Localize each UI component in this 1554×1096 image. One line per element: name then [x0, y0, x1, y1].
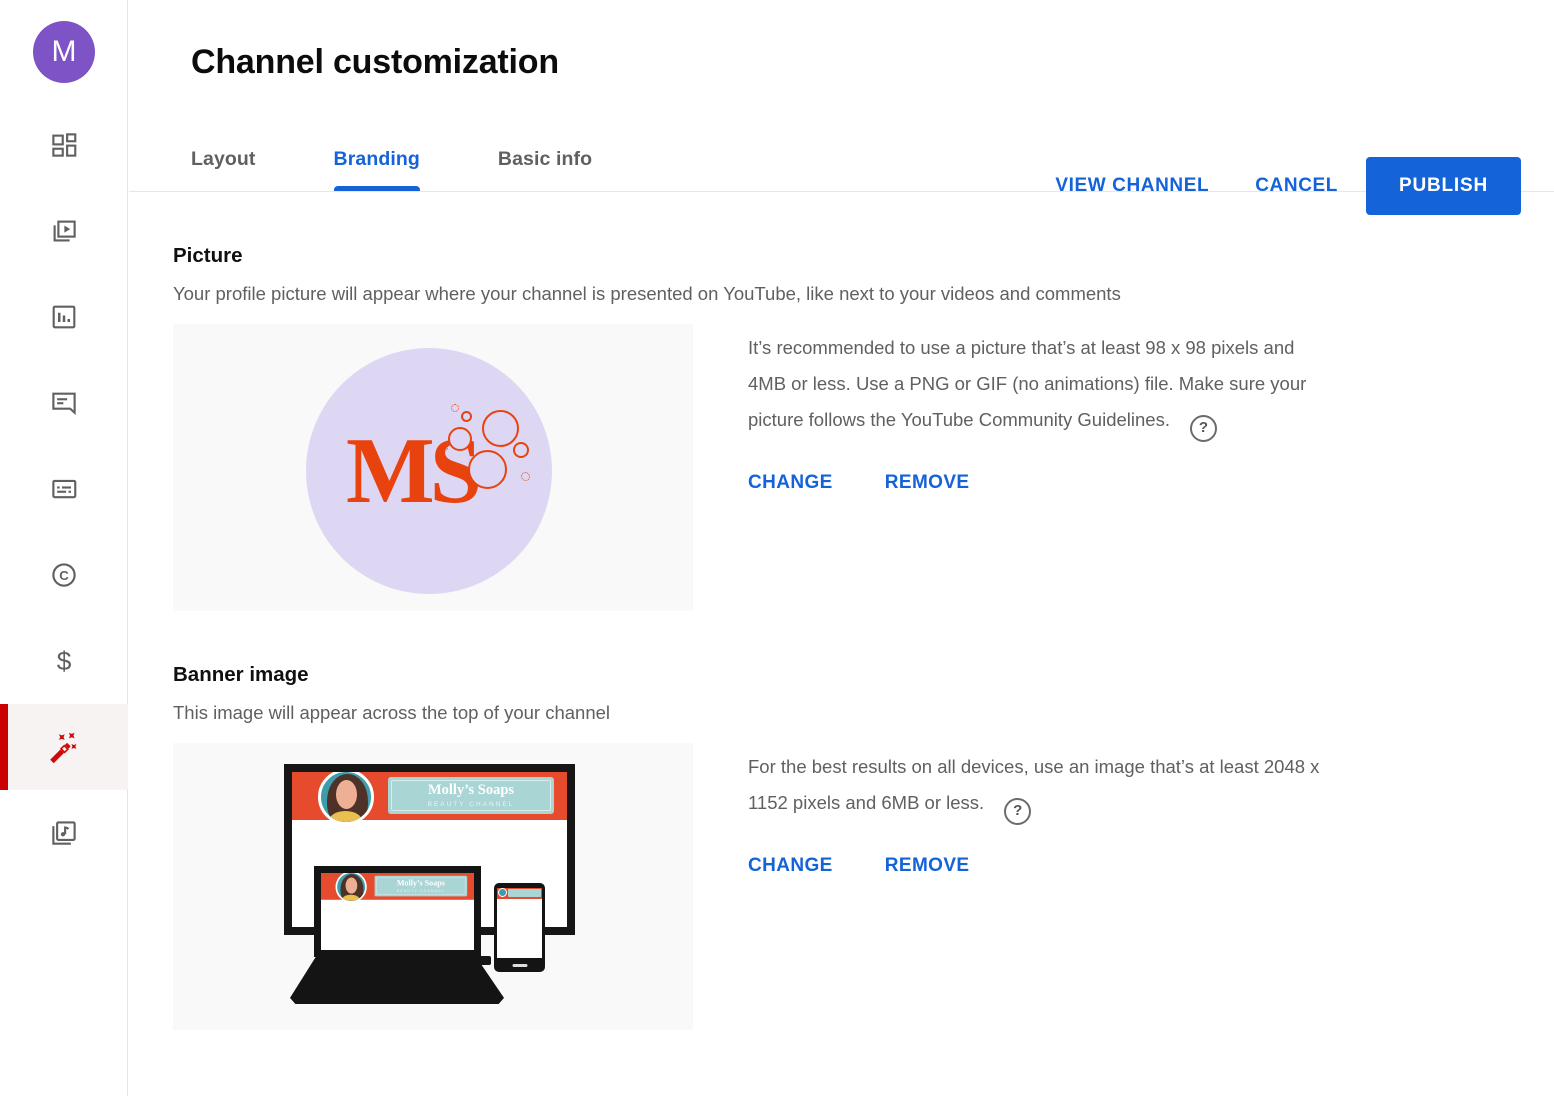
sidebar-item-subtitles[interactable]: [0, 446, 128, 532]
banner-channel-tagline: BEAUTY CHANNEL: [428, 801, 515, 808]
tab-branding[interactable]: Branding: [334, 146, 420, 191]
picture-actions: CHANGE REMOVE: [748, 472, 1333, 494]
phone-banner-label: [508, 889, 541, 897]
copyright-icon: C: [49, 560, 79, 590]
picture-recommendation: It’s recommended to use a picture that’s…: [748, 330, 1333, 442]
phone-mockup: [494, 883, 545, 972]
picture-heading: Picture: [173, 244, 1510, 268]
sidebar-item-comments[interactable]: [0, 360, 128, 446]
banner-channel-tagline: BEAUTY CHANNEL: [397, 889, 445, 893]
svg-text:C: C: [59, 568, 69, 583]
sidebar-item-analytics[interactable]: [0, 274, 128, 360]
publish-button[interactable]: PUBLISH: [1366, 157, 1521, 215]
tab-basic-info[interactable]: Basic info: [498, 146, 592, 191]
logo-sparkle: [451, 404, 459, 412]
help-icon[interactable]: ?: [1004, 798, 1031, 825]
banner-label: Molly’s Soaps BEAUTY CHANNEL: [375, 876, 468, 897]
logo-bubble: [482, 410, 519, 447]
cancel-button[interactable]: CANCEL: [1255, 175, 1338, 197]
logo-bubble: [513, 442, 529, 458]
phone-screen: [497, 888, 542, 958]
photo-face: [346, 877, 358, 893]
subtitles-icon: [49, 474, 79, 504]
channel-avatar[interactable]: M: [33, 21, 95, 83]
banner-change-button[interactable]: CHANGE: [748, 855, 833, 877]
banner-image-preview: Molly’s Soaps BEAUTY CHANNEL: [173, 743, 693, 1030]
help-icon[interactable]: ?: [1190, 415, 1217, 442]
banner-section: Banner image This image will appear acro…: [173, 663, 1510, 1030]
picture-remove-button[interactable]: REMOVE: [885, 472, 970, 494]
sidebar-item-customization[interactable]: [0, 704, 128, 790]
header-actions: VIEW CHANNEL CANCEL PUBLISH: [1055, 157, 1521, 215]
sidebar-item-copyright[interactable]: C: [0, 532, 128, 618]
banner-heading: Banner image: [173, 663, 1510, 687]
banner-artwork: Molly’s Soaps BEAUTY CHANNEL: [321, 873, 474, 900]
laptop-screen: Molly’s Soaps BEAUTY CHANNEL: [321, 873, 474, 950]
content: Picture Your profile picture will appear…: [129, 244, 1554, 1030]
sidebar-item-content[interactable]: [0, 188, 128, 274]
analytics-icon: [49, 302, 79, 332]
sidebar: M: [0, 0, 128, 1096]
main-area: Channel customization Layout Branding Ba…: [129, 0, 1554, 1096]
picture-section: Picture Your profile picture will appear…: [173, 244, 1510, 611]
svg-text:$: $: [57, 646, 72, 676]
photo-shirt: [342, 895, 360, 903]
banner-channel-name: Molly’s Soaps: [397, 879, 445, 888]
logo-bubble: [468, 450, 507, 489]
channel-photo: [336, 873, 367, 903]
banner-channel-name: Molly’s Soaps: [428, 783, 514, 799]
photo-shirt: [329, 811, 362, 825]
dashboard-icon: [49, 130, 79, 160]
sidebar-item-dashboard[interactable]: [0, 102, 128, 188]
banner-remove-button[interactable]: REMOVE: [885, 855, 970, 877]
phone-banner: [497, 888, 542, 899]
logo-bubble: [461, 411, 472, 422]
logo-sparkle: [521, 472, 530, 481]
profile-picture-preview: MS: [173, 324, 693, 611]
customization-wand-icon: [48, 731, 80, 763]
picture-description: Your profile picture will appear where y…: [173, 283, 1510, 305]
avatar-letter: M: [52, 35, 77, 69]
banner-label: Molly’s Soaps BEAUTY CHANNEL: [388, 777, 554, 814]
sidebar-nav: C $: [0, 102, 127, 876]
photo-face: [336, 780, 357, 809]
banner-actions: CHANGE REMOVE: [748, 855, 1333, 877]
logo-bubble: [448, 427, 472, 451]
picture-change-button[interactable]: CHANGE: [748, 472, 833, 494]
sidebar-item-monetization[interactable]: $: [0, 618, 128, 704]
banner-description: This image will appear across the top of…: [173, 702, 1510, 724]
profile-logo-circle: MS: [306, 348, 552, 594]
picture-info-column: It’s recommended to use a picture that’s…: [748, 324, 1333, 611]
phone-home-button: [512, 964, 527, 967]
banner-recommendation: For the best results on all devices, use…: [748, 749, 1333, 825]
content-icon: [49, 216, 79, 246]
sidebar-item-audio-library[interactable]: [0, 790, 128, 876]
laptop-mockup: Molly’s Soaps BEAUTY CHANNEL: [314, 866, 481, 957]
laptop-keyboard: [290, 957, 504, 1004]
page-title: Channel customization: [191, 38, 1554, 86]
comments-icon: [49, 388, 79, 418]
channel-photo: [318, 772, 374, 825]
view-channel-button[interactable]: VIEW CHANNEL: [1055, 175, 1209, 197]
logo-sparkle: [441, 444, 448, 451]
page-header: Channel customization Layout Branding Ba…: [129, 38, 1554, 192]
active-indicator-bar: [0, 704, 8, 790]
tab-layout[interactable]: Layout: [191, 146, 256, 191]
banner-info-column: For the best results on all devices, use…: [748, 743, 1333, 1030]
phone-channel-photo: [498, 888, 507, 897]
audio-library-icon: [49, 818, 79, 848]
banner-artwork: Molly’s Soaps BEAUTY CHANNEL: [292, 772, 567, 820]
monetization-icon: $: [49, 646, 79, 676]
